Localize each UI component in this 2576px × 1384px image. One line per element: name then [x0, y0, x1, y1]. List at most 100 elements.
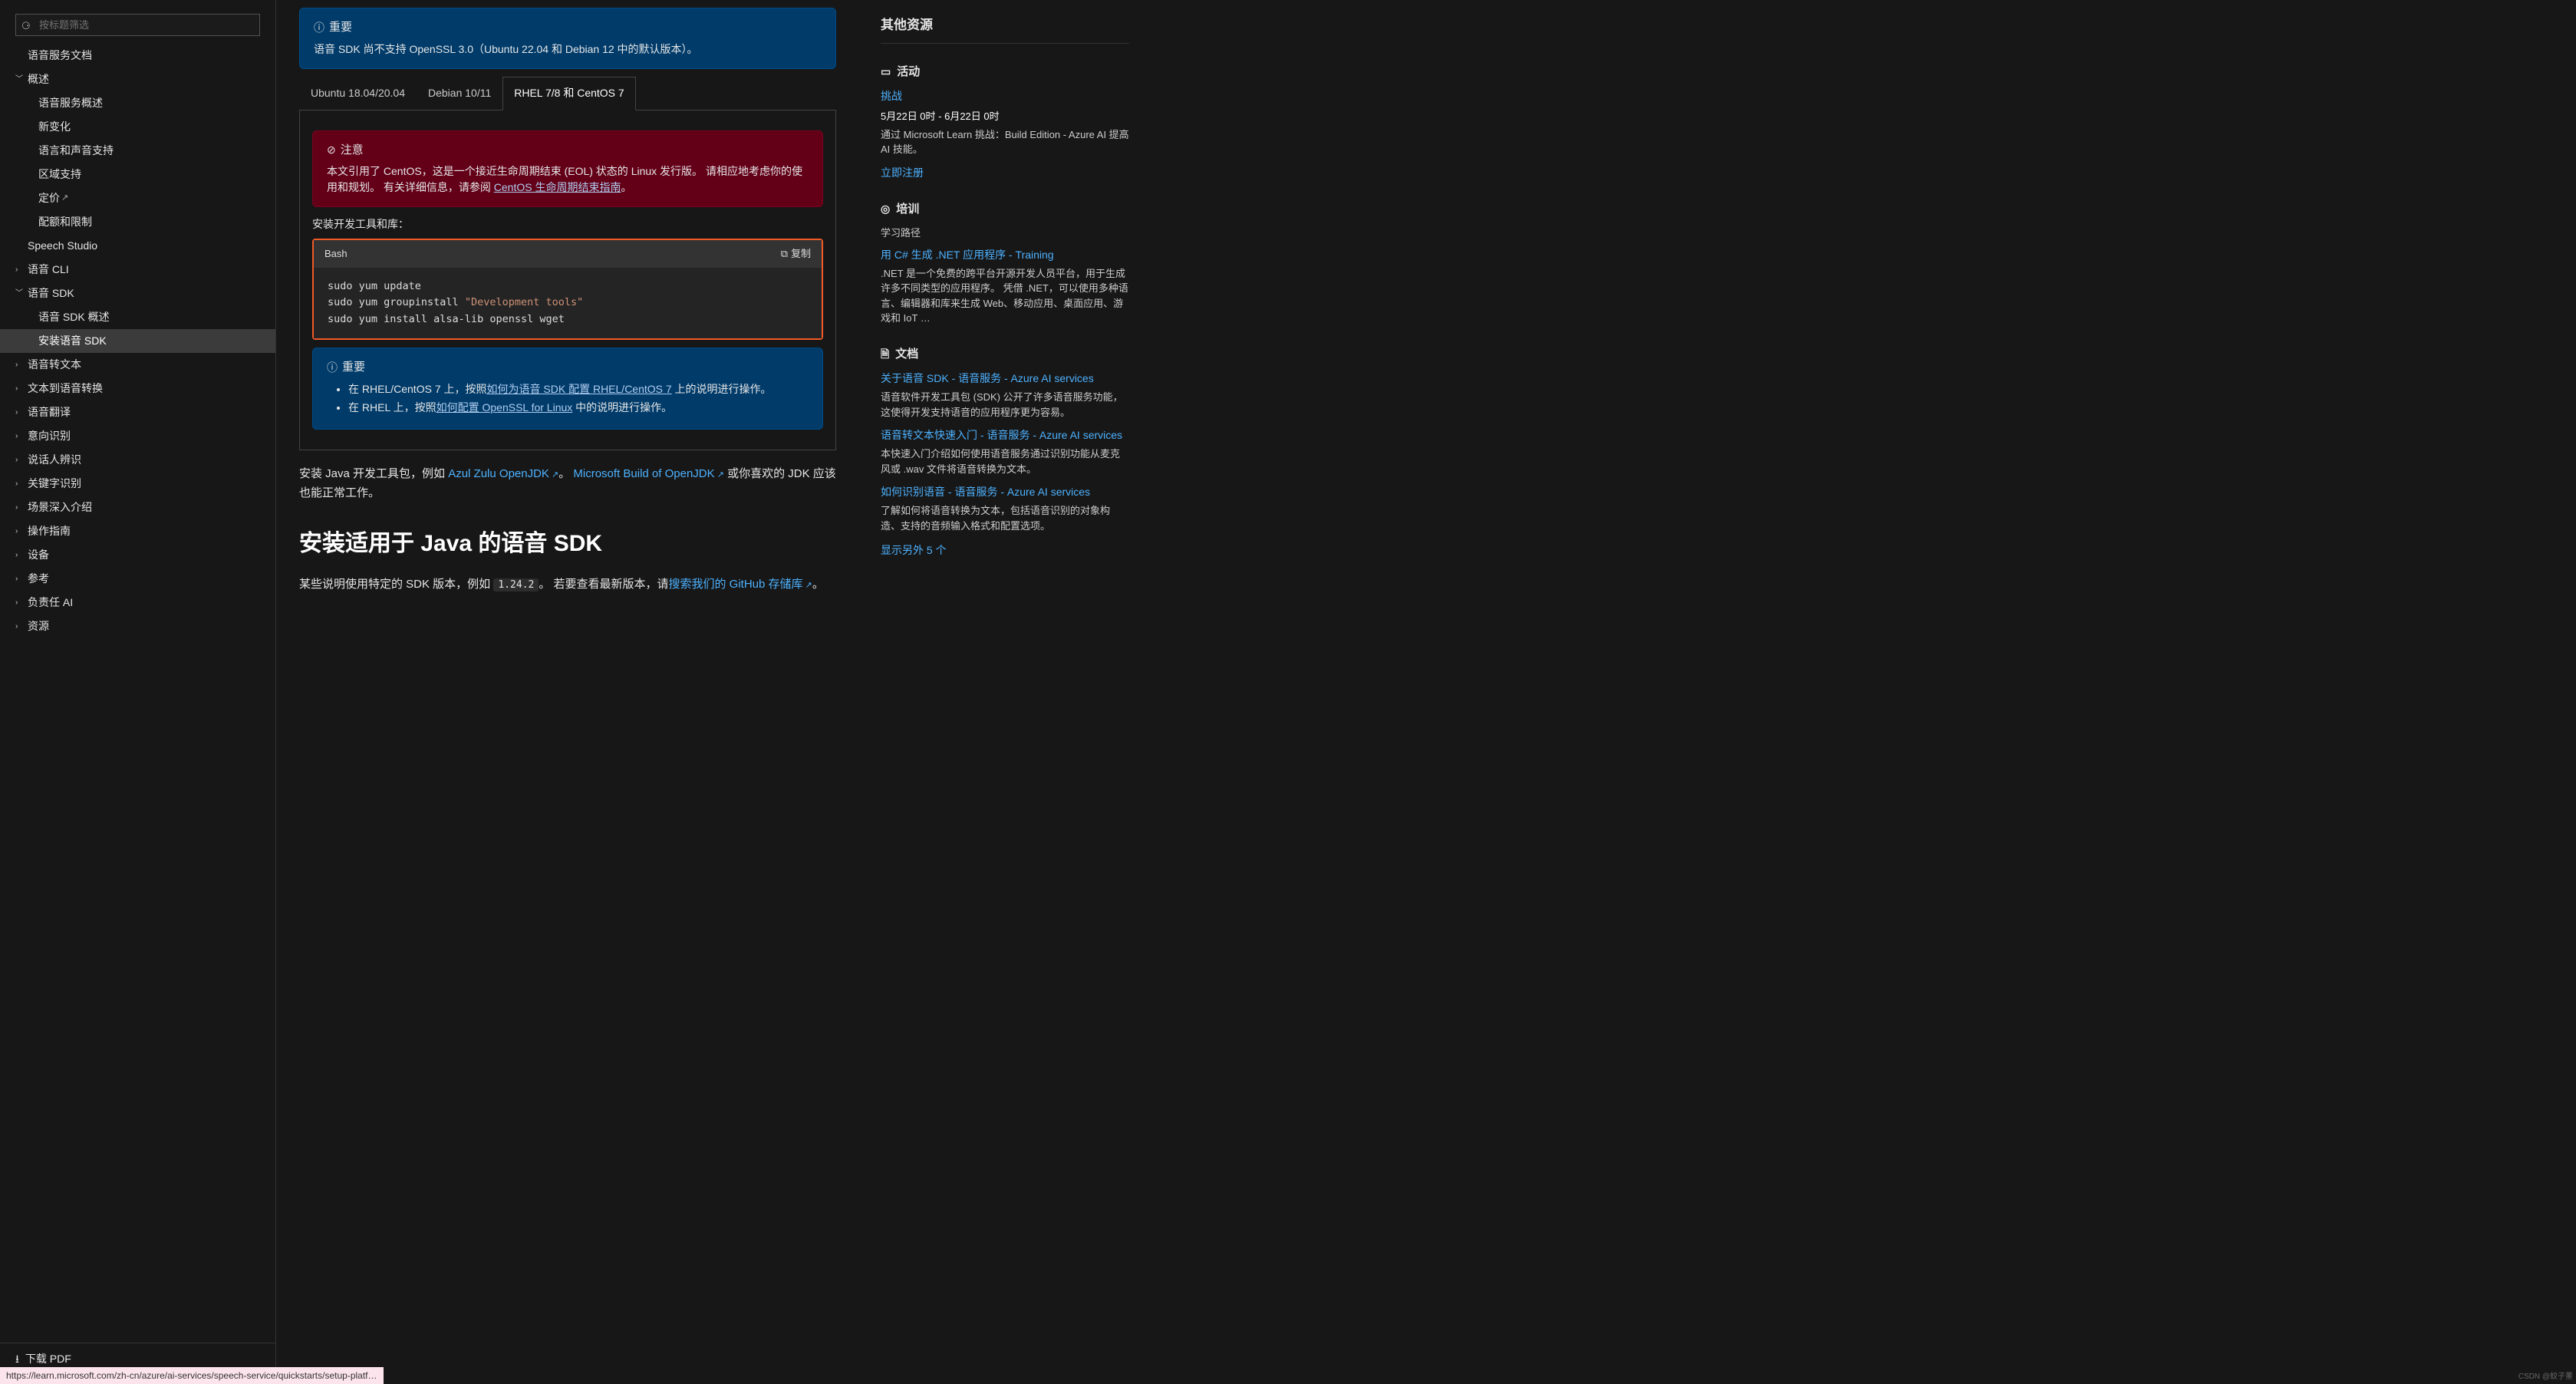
event-date: 5月22日 0时 - 6月22日 0时: [881, 109, 1129, 124]
chevron-right-icon: ›: [15, 526, 25, 537]
show-more-link[interactable]: 显示另外 5 个: [881, 542, 1129, 559]
nav-item[interactable]: ›操作指南: [0, 519, 275, 543]
nav-item[interactable]: ›负责任 AI: [0, 591, 275, 615]
rhel-bullet-1: 在 RHEL/CentOS 7 上，按照如何为语音 SDK 配置 RHEL/Ce…: [348, 381, 809, 397]
nav-item-label: 资源: [28, 618, 49, 634]
openssl-note-text: 语音 SDK 尚不支持 OpenSSL 3.0（Ubuntu 22.04 和 D…: [314, 41, 822, 58]
nav-item-label: 关键字识别: [28, 476, 81, 492]
code-block: Bash ⧉复制 sudo yum update sudo yum groupi…: [312, 239, 823, 340]
openssl-config-link[interactable]: 如何配置 OpenSSL for Linux: [436, 401, 573, 414]
nav-item[interactable]: 配额和限制: [0, 210, 275, 234]
warning-icon: ⊘: [327, 142, 336, 158]
nav-item[interactable]: 新变化: [0, 115, 275, 139]
os-tab[interactable]: Debian 10/11: [417, 77, 502, 110]
nav-item[interactable]: ›资源: [0, 615, 275, 638]
external-icon: ↗: [549, 470, 558, 479]
note-label: 注意: [341, 142, 364, 160]
challenge-link[interactable]: 挑战: [881, 88, 1129, 104]
doc-link-1[interactable]: 关于语音 SDK - 语音服务 - Azure AI services: [881, 371, 1129, 387]
nav-item-label: 安装语音 SDK: [38, 333, 107, 349]
external-icon: ↗: [803, 581, 812, 590]
azul-jdk-link[interactable]: Azul Zulu OpenJDK ↗: [448, 467, 558, 480]
copy-icon: ⧉: [781, 246, 788, 262]
nav-item-label: 语言和声音支持: [38, 143, 114, 159]
nav-item[interactable]: Speech Studio: [0, 234, 275, 258]
nav-item-label: 语音 SDK: [28, 285, 74, 302]
nav-item-label: 负责任 AI: [28, 595, 73, 611]
nav-item-label: 说话人辨识: [28, 452, 81, 468]
nav-item-label: 定价: [38, 190, 60, 206]
activity-section: ▭活动 挑战 5月22日 0时 - 6月22日 0时 通过 Microsoft …: [881, 64, 1129, 181]
nav-item[interactable]: 语音服务概述: [0, 91, 275, 115]
download-pdf-button[interactable]: ⭳ 下载 PDF: [15, 1351, 260, 1367]
nav-item[interactable]: ›文本到语音转换: [0, 377, 275, 400]
chevron-down-icon: ﹀: [15, 288, 25, 299]
document-icon: 🗎: [881, 346, 889, 362]
download-icon: ⭳: [15, 1351, 19, 1367]
nav-item-label: 场景深入介绍: [28, 499, 92, 516]
doc-link-2[interactable]: 语音转文本快速入门 - 语音服务 - Azure AI services: [881, 427, 1129, 443]
training-link[interactable]: 用 C# 生成 .NET 应用程序 - Training: [881, 247, 1129, 263]
nav-item[interactable]: ›关键字识别: [0, 472, 275, 496]
doc-link-3[interactable]: 如何识别语音 - 语音服务 - Azure AI services: [881, 484, 1129, 500]
nav-tree: 语音服务文档 ﹀概述语音服务概述新变化语言和声音支持区域支持定价 ↗ 配额和限制 Sp…: [0, 44, 275, 1343]
os-tabs: Ubuntu 18.04/20.04Debian 10/11RHEL 7/8 和…: [299, 77, 836, 110]
nav-item[interactable]: ›语音转文本: [0, 353, 275, 377]
nav-item-label: 参考: [28, 571, 49, 587]
nav-item[interactable]: ›设备: [0, 543, 275, 567]
filter-input[interactable]: [15, 14, 260, 36]
nav-item[interactable]: 语言和声音支持: [0, 139, 275, 163]
nav-item[interactable]: ›场景深入介绍: [0, 496, 275, 519]
nav-item[interactable]: 安装语音 SDK: [0, 329, 275, 353]
nav-item-label: 新变化: [38, 119, 71, 135]
rhel-config-link[interactable]: 如何为语音 SDK 配置 RHEL/CentOS 7: [487, 383, 672, 395]
nav-item-label: 语音转文本: [28, 357, 81, 373]
nav-item[interactable]: 定价 ↗: [0, 186, 275, 210]
sdk-version-paragraph: 某些说明使用特定的 SDK 版本，例如 1.24.2。 若要查看最新版本，请搜索…: [299, 575, 836, 595]
docs-heading: 文档: [895, 346, 918, 364]
os-tab[interactable]: Ubuntu 18.04/20.04: [299, 77, 417, 110]
nav-item[interactable]: 区域支持: [0, 163, 275, 186]
nav-item-label: 操作指南: [28, 523, 71, 539]
nav-item[interactable]: ›语音 CLI: [0, 258, 275, 282]
calendar-icon: ▭: [881, 64, 891, 80]
chevron-right-icon: ›: [15, 597, 25, 608]
doc-desc-2: 本快速入门介绍如何使用语音服务通过识别功能从麦克风或 .wav 文件将语音转换为…: [881, 447, 1129, 476]
chevron-right-icon: ›: [15, 478, 25, 489]
code-language-label: Bash: [324, 246, 348, 262]
chevron-right-icon: ›: [15, 407, 25, 418]
important-label: 重要: [329, 19, 352, 37]
nav-item[interactable]: 语音服务文档: [0, 44, 275, 68]
external-icon: ↗: [715, 470, 724, 479]
main-content: ⓘ 重要 语音 SDK 尚不支持 OpenSSL 3.0（Ubuntu 22.04…: [276, 0, 859, 1384]
doc-desc-1: 语音软件开发工具包 (SDK) 公开了许多语音服务功能，这使得开发支持语音的应用…: [881, 390, 1129, 420]
chevron-right-icon: ›: [15, 264, 25, 275]
nav-item[interactable]: ›参考: [0, 567, 275, 591]
register-link[interactable]: 立即注册: [881, 165, 1129, 181]
nav-item[interactable]: ›意向识别: [0, 424, 275, 448]
nav-item[interactable]: ›说话人辨识: [0, 448, 275, 472]
ms-jdk-link[interactable]: Microsoft Build of OpenJDK ↗: [573, 467, 724, 480]
doc-desc-3: 了解如何将语音转换为文本，包括语音识别的对象构造、支持的音频输入格式和配置选项。: [881, 503, 1129, 533]
centos-eol-link[interactable]: CentOS 生命周期结束指南: [494, 181, 621, 193]
learning-path-label: 学习路径: [881, 226, 1129, 241]
github-repo-link[interactable]: 搜索我们的 GitHub 存储库 ↗: [669, 578, 812, 591]
nav-item[interactable]: ﹀语音 SDK: [0, 282, 275, 305]
docs-section: 🗎文档 关于语音 SDK - 语音服务 - Azure AI services …: [881, 346, 1129, 559]
nav-item[interactable]: 语音 SDK 概述: [0, 305, 275, 329]
os-tab[interactable]: RHEL 7/8 和 CentOS 7: [502, 77, 635, 110]
chevron-down-icon: ﹀: [15, 74, 25, 85]
nav-item-label: 意向识别: [28, 428, 71, 444]
tab-panel-rhel: ⊘注意 本文引用了 CentOS，这是一个接近生命周期结束 (EOL) 状态的 …: [299, 110, 836, 450]
nav-item-label: 语音服务文档: [28, 48, 92, 64]
right-sidebar: 其他资源 ▭活动 挑战 5月22日 0时 - 6月22日 0时 通过 Micro…: [859, 0, 1151, 1384]
nav-item[interactable]: ﹀概述: [0, 68, 275, 91]
nav-item[interactable]: ›语音翻译: [0, 400, 275, 424]
watermark: CSDN @蚊子董: [2518, 1371, 2573, 1382]
info-icon: ⓘ: [327, 360, 338, 376]
challenge-desc: 通过 Microsoft Learn 挑战：Build Edition - Az…: [881, 127, 1129, 157]
training-section: ◎培训 学习路径 用 C# 生成 .NET 应用程序 - Training .N…: [881, 201, 1129, 326]
nav-item-label: 配额和限制: [38, 214, 92, 230]
copy-button[interactable]: ⧉复制: [781, 246, 811, 262]
important-callout-openssl: ⓘ重要 语音 SDK 尚不支持 OpenSSL 3.0（Ubuntu 22.04…: [299, 8, 836, 69]
